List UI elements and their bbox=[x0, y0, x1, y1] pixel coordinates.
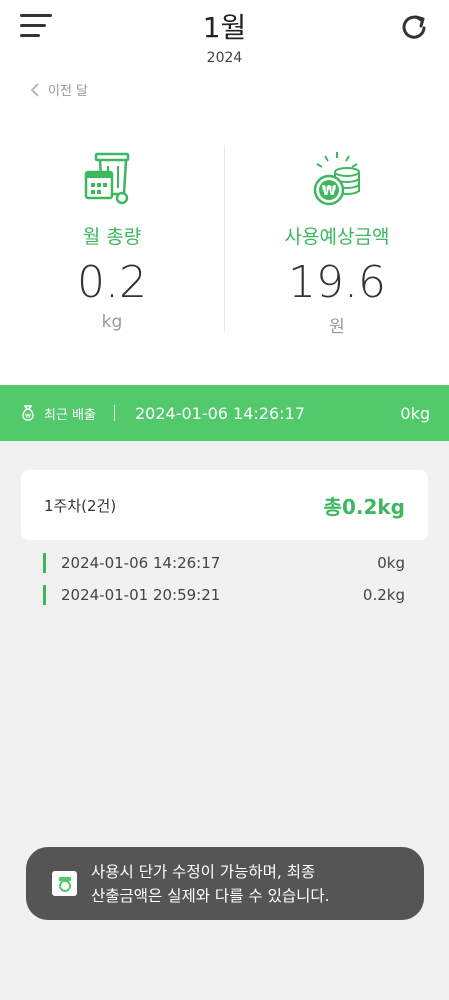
list-item: 2024-01-06 14:26:17 0kg bbox=[43, 552, 405, 574]
week-card[interactable]: 1주차(2건) 총0.2kg bbox=[21, 470, 428, 540]
recent-label: 최근 배출 bbox=[44, 407, 96, 423]
chevron-left-icon bbox=[30, 82, 39, 97]
svg-text:₩: ₩ bbox=[25, 413, 31, 420]
recent-value: 0kg bbox=[400, 403, 430, 423]
prev-month-label: 이전 달 bbox=[48, 84, 89, 99]
recent-discharge-bar: ₩ 최근 배출 2024-01-06 14:26:17 0kg bbox=[0, 385, 449, 441]
toast-line-1: 사용시 단가 수정이 가능하며, 최종 bbox=[91, 862, 316, 881]
prev-month-link[interactable]: 이전 달 bbox=[30, 80, 88, 99]
expected-cost-value: 19.6 bbox=[288, 257, 386, 308]
expected-cost-stat: ₩ 사용예상금액 19.6 원 bbox=[225, 150, 449, 337]
expected-cost-label: 사용예상금액 bbox=[284, 226, 390, 248]
entry-marker bbox=[43, 585, 46, 605]
week-total: 총0.2kg bbox=[323, 494, 405, 519]
month-title: 1월 bbox=[202, 11, 247, 44]
refresh-icon[interactable] bbox=[399, 12, 429, 42]
year-title: 2024 bbox=[206, 50, 243, 66]
money-bag-icon: ₩ bbox=[22, 405, 34, 421]
app-icon bbox=[52, 871, 77, 896]
recent-datetime: 2024-01-06 14:26:17 bbox=[134, 403, 305, 423]
list-item: 2024-01-01 20:59:21 0.2kg bbox=[43, 584, 405, 606]
svg-text:₩: ₩ bbox=[322, 184, 337, 199]
coins-icon: ₩ bbox=[313, 152, 360, 206]
entry-value: 0kg bbox=[377, 554, 405, 572]
toast-message: 사용시 단가 수정이 가능하며, 최종 산출금액은 실제와 다를 수 있습니다. bbox=[26, 847, 424, 920]
week-label: 1주차(2건) bbox=[44, 496, 117, 515]
monthly-total-unit: kg bbox=[101, 312, 123, 332]
expected-cost-unit: 원 bbox=[329, 317, 345, 337]
entry-datetime: 2024-01-06 14:26:17 bbox=[61, 554, 221, 572]
summary-panel: 1월 2024 이전 달 월 총량 0.2 kg ₩ 사용예상금액 19.6 원 bbox=[0, 0, 449, 385]
toast-line-2: 산출금액은 실제와 다를 수 있습니다. bbox=[91, 886, 330, 905]
calendar-bin-icon bbox=[84, 152, 130, 205]
entry-value: 0.2kg bbox=[362, 586, 405, 604]
entry-datetime: 2024-01-01 20:59:21 bbox=[61, 586, 221, 604]
recent-separator bbox=[113, 405, 115, 421]
monthly-total-value: 0.2 bbox=[77, 257, 147, 308]
monthly-total-stat: 월 총량 0.2 kg bbox=[0, 150, 224, 332]
monthly-total-label: 월 총량 bbox=[82, 226, 142, 248]
entry-marker bbox=[43, 553, 46, 573]
